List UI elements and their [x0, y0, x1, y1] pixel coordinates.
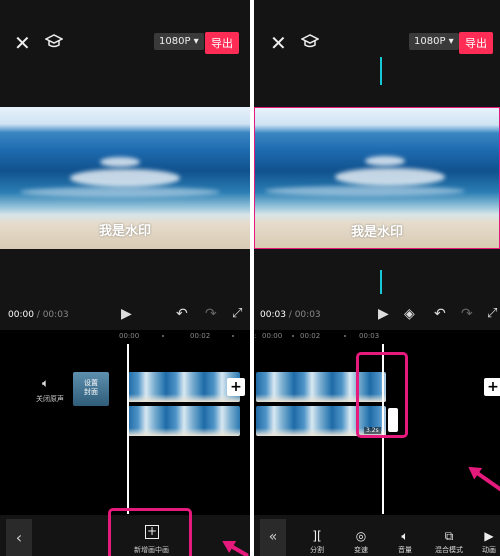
animation-icon: ▶: [484, 529, 494, 543]
tool-split[interactable]: ][ 分割: [300, 529, 334, 555]
ruler-tick: 00:00: [119, 332, 140, 340]
add-clip-button[interactable]: +: [227, 378, 245, 396]
resolution-select[interactable]: 1080P ▾: [409, 33, 459, 50]
highlight-box: [108, 508, 192, 556]
set-cover-button[interactable]: 设置 封面: [73, 372, 109, 406]
add-clip-button[interactable]: +: [484, 378, 500, 396]
fullscreen-icon[interactable]: ⤢: [487, 306, 497, 321]
time-display: 00:03 / 00:03: [260, 310, 321, 320]
undo-icon[interactable]: ↶: [176, 306, 188, 322]
total-time: 00:03: [294, 310, 321, 320]
speaker-icon[interactable]: 🔈︎: [42, 376, 49, 391]
back-chevron-icon[interactable]: ‹: [6, 519, 32, 556]
video-clip-main[interactable]: [128, 372, 240, 402]
export-button[interactable]: 导出: [205, 32, 239, 54]
editor-panel-left: ✕ 1080P ▾ 导出 我是水印 00:00 / 00:03 ▶ ↶ ↷ ⤢ …: [0, 0, 250, 556]
export-button[interactable]: 导出: [459, 32, 493, 54]
guide-line: [380, 57, 382, 85]
close-icon[interactable]: ✕: [14, 33, 31, 53]
current-time: 00:00: [8, 310, 34, 320]
play-icon[interactable]: ▶: [121, 306, 132, 322]
tool-blend[interactable]: ⧉ 混合模式: [432, 529, 466, 555]
ruler-tick: 00:02: [300, 332, 321, 340]
current-time: 00:03: [260, 310, 286, 320]
volume-icon: 🔈︎: [401, 529, 409, 543]
tool-animation[interactable]: ▶ 动画: [472, 529, 500, 555]
total-time: 00:03: [42, 310, 69, 320]
video-clip-pip[interactable]: [128, 406, 240, 436]
blend-icon: ⧉: [444, 529, 454, 543]
ruler-tick: 00:03: [359, 332, 380, 340]
playhead[interactable]: [127, 344, 129, 514]
video-preview: 我是水印: [254, 107, 500, 249]
top-bar: ✕ 1080P ▾ 导出: [254, 0, 500, 85]
tutorial-cap-icon[interactable]: [44, 32, 64, 54]
watermark-text: 我是水印: [350, 225, 403, 240]
tool-volume[interactable]: 🔈︎ 音量: [388, 529, 422, 555]
editor-panel-right: ✕ 1080P ▾ 导出 我是水印 00:03 / 00:03 ▶ ◈ ↶ ↷ …: [250, 0, 500, 556]
collapse-chevron-icon[interactable]: «: [260, 519, 286, 556]
fullscreen-icon[interactable]: ⤢: [232, 306, 242, 321]
split-icon: ][: [312, 529, 322, 543]
close-icon[interactable]: ✕: [270, 33, 287, 53]
bottom-toolbar: « ][ 分割 ◎ 变速 🔈︎ 音量 ⧉ 混合模式 ▶ 动画: [254, 515, 500, 556]
highlight-box: [356, 352, 408, 438]
tutorial-cap-icon[interactable]: [300, 32, 320, 54]
ruler-tick: 00:02: [190, 332, 211, 340]
timeline[interactable]: 00:00 00:02 🔈︎ 关闭原声 设置 封面 +: [0, 330, 250, 515]
undo-icon[interactable]: ↶: [434, 306, 446, 322]
tool-speed[interactable]: ◎ 变速: [344, 529, 378, 555]
watermark-text: 我是水印: [98, 224, 151, 239]
mute-label[interactable]: 关闭原声: [36, 394, 64, 404]
resolution-select[interactable]: 1080P ▾: [154, 33, 204, 50]
ruler-tick: 00:00: [262, 332, 283, 340]
time-display: 00:00 / 00:03: [8, 310, 69, 320]
redo-icon[interactable]: ↷: [461, 306, 473, 322]
keyframe-icon[interactable]: ◈: [404, 306, 415, 322]
video-preview: 我是水印: [0, 107, 250, 249]
top-bar: ✕ 1080P ▾ 导出: [0, 0, 250, 85]
redo-icon[interactable]: ↷: [205, 306, 217, 322]
play-icon[interactable]: ▶: [378, 306, 389, 322]
guide-line: [380, 270, 382, 294]
speed-icon: ◎: [355, 529, 367, 543]
